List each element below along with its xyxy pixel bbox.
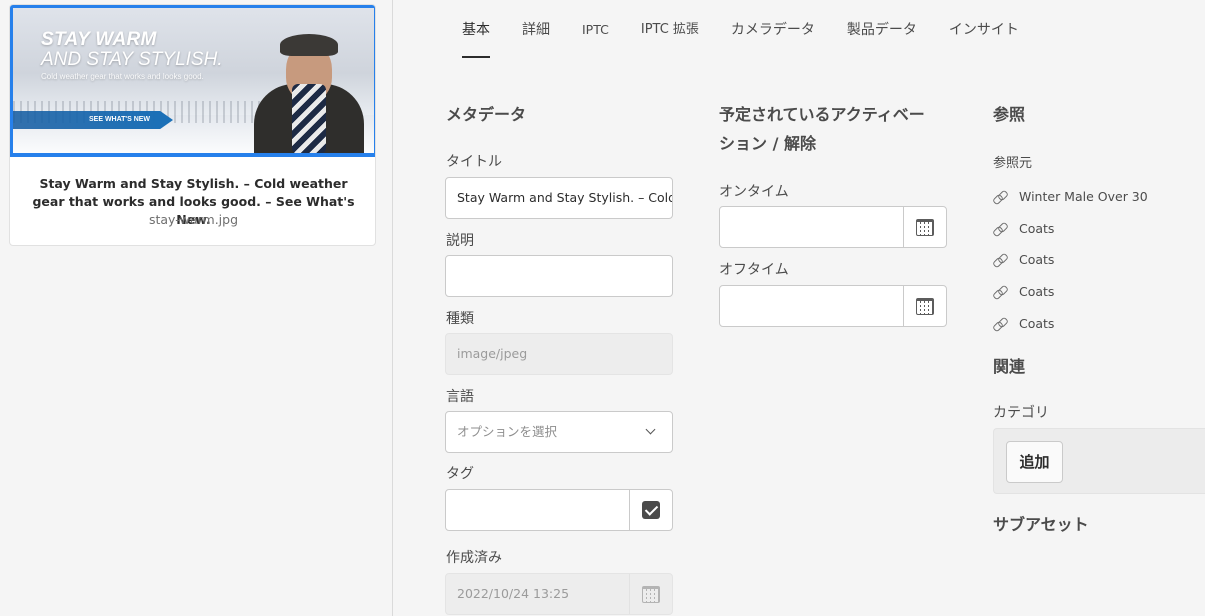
references-section-title: 参照 [993, 105, 1026, 124]
activation-title-line2: ション / 解除 [719, 134, 816, 153]
thumbnail-headline: STAY WARM AND STAY STYLISH. Cold weather… [41, 29, 223, 82]
reference-item[interactable]: Winter Male Over 30 [993, 189, 1148, 204]
description-label: 説明 [446, 233, 474, 249]
asset-card[interactable]: STAY WARM AND STAY STYLISH. Cold weather… [9, 4, 376, 246]
category-field: 追加 [993, 428, 1205, 494]
reference-item-label: Coats [1019, 284, 1055, 299]
chevron-down-icon [645, 424, 656, 435]
tab-basic[interactable]: 基本 [446, 0, 506, 58]
on-time-field[interactable] [719, 206, 947, 248]
off-time-calendar-button[interactable] [903, 286, 946, 326]
tags-field[interactable] [445, 489, 673, 531]
thumbnail-image: STAY WARM AND STAY STYLISH. Cold weather… [13, 8, 374, 153]
created-field: 2022/10/24 13:25 [445, 573, 673, 615]
thumbnail-cta: SEE WHAT'S NEW [13, 111, 173, 129]
link-icon [993, 285, 1007, 299]
reference-item[interactable]: Coats [993, 316, 1054, 331]
asset-panel: STAY WARM AND STAY STYLISH. Cold weather… [0, 0, 393, 616]
calendar-icon [916, 297, 934, 315]
reference-item[interactable]: Coats [993, 221, 1054, 236]
created-value: 2022/10/24 13:25 [457, 586, 570, 601]
checkbox-icon [642, 501, 660, 519]
tab-advanced[interactable]: 詳細 [506, 0, 566, 58]
created-label: 作成済み [446, 550, 502, 566]
language-label: 言語 [446, 389, 474, 405]
tab-product-data[interactable]: 製品データ [831, 0, 933, 58]
language-select[interactable]: オプションを選択 [445, 411, 673, 453]
type-field: image/jpeg [445, 333, 673, 375]
tags-picker-button[interactable] [629, 490, 672, 530]
metadata-section-title: メタデータ [446, 105, 527, 124]
reference-item[interactable]: Coats [993, 252, 1054, 267]
title-field[interactable]: Stay Warm and Stay Stylish. – Cold [445, 177, 673, 219]
headline-tagline: Cold weather gear that works and looks g… [41, 72, 204, 81]
asset-filename: stay-warm.jpg [148, 212, 239, 227]
off-time-field[interactable] [719, 285, 947, 327]
link-icon [993, 190, 1007, 204]
asset-thumbnail[interactable]: STAY WARM AND STAY STYLISH. Cold weather… [10, 5, 375, 157]
link-icon [993, 253, 1007, 267]
on-time-calendar-button[interactable] [903, 207, 946, 247]
properties-tabs: 基本 詳細 IPTC IPTC 拡張 カメラデータ 製品データ インサイト [446, 0, 1035, 58]
type-label: 種類 [446, 311, 474, 327]
tab-iptc[interactable]: IPTC [566, 0, 625, 58]
reference-item[interactable]: Coats [993, 284, 1054, 299]
description-field[interactable] [445, 255, 673, 297]
calendar-icon [642, 585, 660, 603]
category-label: カテゴリ [993, 405, 1049, 421]
calendar-icon [916, 218, 934, 236]
person-figure [244, 22, 364, 153]
scarf [292, 84, 326, 153]
tab-camera-data[interactable]: カメラデータ [715, 0, 831, 58]
activation-section-title: 予定されているアクティベー ション / 解除 [719, 100, 925, 158]
related-section-title: 関連 [993, 357, 1026, 376]
on-time-label: オンタイム [719, 184, 789, 200]
link-icon [993, 222, 1007, 236]
tab-insights[interactable]: インサイト [933, 0, 1035, 58]
created-calendar-button [629, 574, 672, 614]
reference-item-label: Coats [1019, 252, 1055, 267]
off-time-label: オフタイム [719, 262, 789, 278]
cap [280, 34, 338, 56]
title-label: タイトル [446, 154, 502, 170]
headline-line1: STAY WARM [41, 29, 157, 50]
tags-label: タグ [446, 466, 474, 482]
reference-item-label: Coats [1019, 316, 1055, 331]
subassets-section-title: サブアセット [993, 515, 1089, 534]
add-category-button[interactable]: 追加 [1006, 441, 1063, 483]
reference-item-label: Winter Male Over 30 [1019, 189, 1148, 204]
reference-item-label: Coats [1019, 221, 1055, 236]
language-placeholder: オプションを選択 [457, 424, 558, 439]
tab-iptc-extension[interactable]: IPTC 拡張 [625, 0, 715, 58]
referenced-by-label: 参照元 [993, 156, 1033, 171]
link-icon [993, 317, 1007, 331]
headline-line2: AND STAY STYLISH. [41, 49, 223, 70]
activation-title-line1: 予定されているアクティベー [719, 105, 925, 124]
